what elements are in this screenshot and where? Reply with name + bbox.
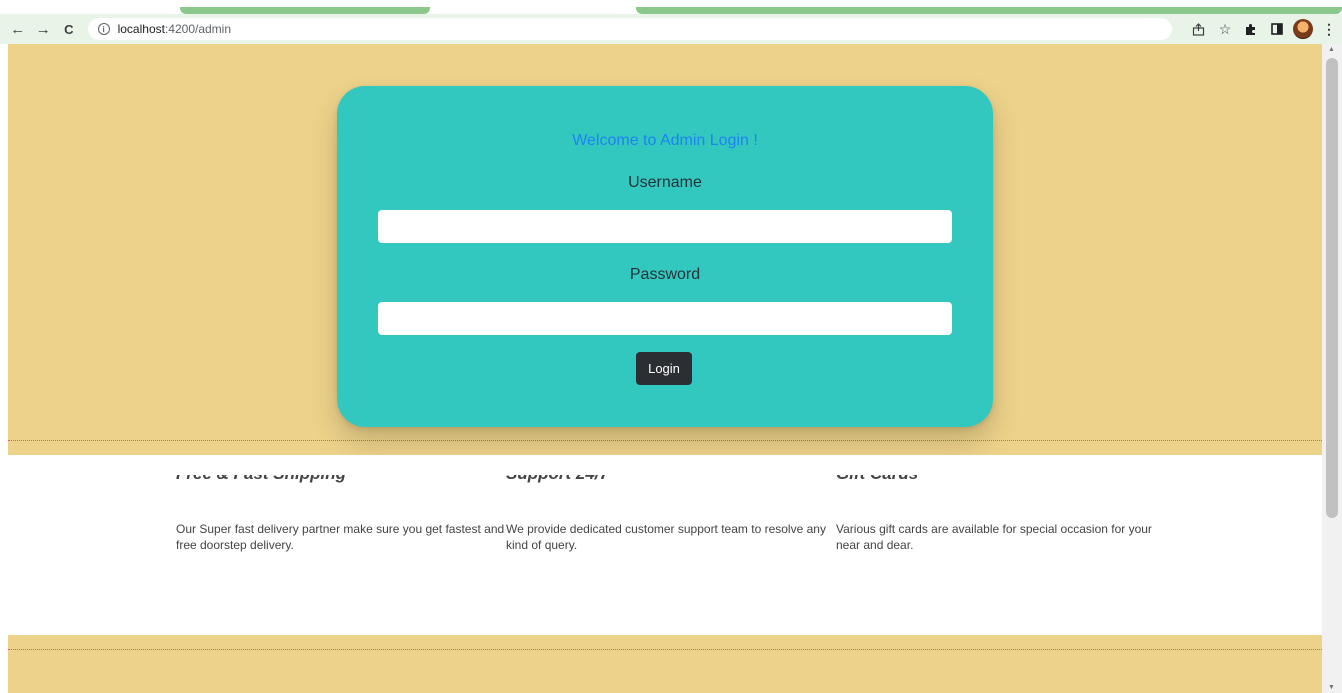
features-section: Free & Fast Shipping Our Super fast deli…	[8, 455, 1322, 635]
puzzle-icon	[1246, 23, 1256, 35]
footer-band	[8, 635, 1322, 693]
browser-tab[interactable]	[180, 7, 430, 14]
feature-title: Support 24/7	[506, 475, 816, 484]
bookmark-button[interactable]: ☆	[1212, 16, 1238, 42]
more-vert-icon: ⋮	[1321, 20, 1336, 37]
share-icon	[1193, 22, 1205, 36]
username-input[interactable]	[378, 210, 952, 243]
side-panel-icon	[1271, 23, 1283, 35]
feature-title: Gift Cards	[836, 475, 1146, 484]
menu-button[interactable]: ⋮	[1316, 16, 1342, 42]
password-input[interactable]	[378, 302, 952, 335]
extensions-button[interactable]	[1238, 16, 1264, 42]
address-bar[interactable]: i localhost:4200/admin	[87, 18, 1172, 40]
admin-login-card: Welcome to Admin Login ! Username Passwo…	[337, 86, 993, 427]
info-icon[interactable]: i	[97, 23, 110, 35]
feature-text: We provide dedicated customer support te…	[506, 522, 826, 552]
arrow-left-icon: ←	[10, 20, 26, 38]
forward-button[interactable]: →	[31, 16, 57, 42]
feature-title-text: Free & Fast Shipping	[176, 475, 486, 484]
star-icon: ☆	[1218, 20, 1232, 37]
vertical-scrollbar[interactable]: ▲ ▼	[1322, 44, 1342, 693]
url-host: localhost	[117, 22, 165, 36]
url-path: :4200/admin	[164, 22, 232, 36]
feature-text: Various gift cards are available for spe…	[836, 522, 1152, 552]
back-button[interactable]: ←	[5, 16, 31, 42]
page-viewport: Welcome to Admin Login ! Username Passwo…	[0, 44, 1342, 693]
browser-tab-active[interactable]	[636, 7, 1342, 14]
feature-title-text: Gift Cards	[836, 475, 1146, 484]
browser-toolbar: ← → C i localhost:4200/admin ☆ ⋮	[0, 14, 1342, 44]
login-title: Welcome to Admin Login !	[572, 132, 758, 149]
share-button[interactable]	[1186, 16, 1212, 42]
feature-title-text: Support 24/7	[506, 475, 816, 484]
reload-button[interactable]: C	[56, 16, 82, 42]
avatar	[1292, 19, 1313, 39]
username-label: Username	[628, 174, 702, 191]
divider	[8, 649, 1322, 650]
scroll-down-icon[interactable]: ▼	[1328, 684, 1335, 691]
toolbar-actions: ☆ ⋮	[1186, 16, 1342, 42]
profile-button[interactable]	[1290, 16, 1316, 42]
arrow-right-icon: →	[35, 20, 51, 38]
tab-strip	[0, 0, 1342, 14]
reload-icon: C	[64, 21, 74, 37]
scroll-up-icon[interactable]: ▲	[1328, 46, 1335, 53]
hero-section: Welcome to Admin Login ! Username Passwo…	[8, 44, 1322, 455]
login-button[interactable]: Login	[636, 352, 692, 385]
feature-title: Free & Fast Shipping	[176, 475, 486, 484]
scroll-thumb[interactable]	[1326, 58, 1338, 518]
side-panel-button[interactable]	[1264, 16, 1290, 42]
page: Welcome to Admin Login ! Username Passwo…	[8, 44, 1322, 693]
divider	[8, 440, 1322, 441]
password-label: Password	[629, 266, 701, 283]
feature-text: Our Super fast delivery partner make sur…	[176, 522, 505, 552]
